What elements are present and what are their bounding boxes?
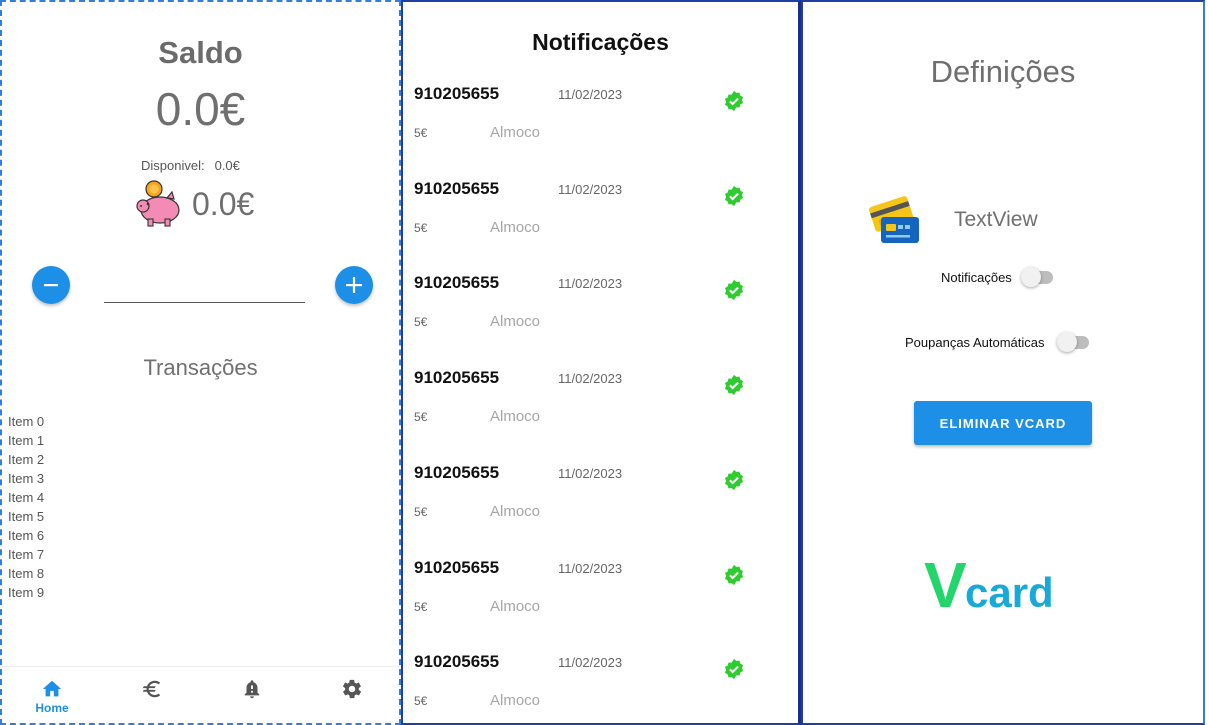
auto-savings-toggle-label: Poupanças Automáticas (905, 335, 1045, 350)
notification-amount: 5€ (414, 221, 428, 235)
notification-item[interactable]: 910205655 11/02/2023 5€ Almoco (403, 84, 798, 178)
available-value: 0.0€ (214, 158, 240, 173)
euro-icon (142, 680, 161, 698)
settings-title: Definições (930, 54, 1076, 89)
notification-item[interactable]: 910205655 11/02/2023 5€ Almoco (403, 273, 798, 367)
deposit-button[interactable] (335, 266, 373, 304)
minus-icon (44, 284, 58, 287)
switch-thumb (1057, 332, 1077, 352)
notification-description: Almoco (490, 408, 541, 425)
bottom-navigation: Home (2, 666, 399, 723)
notification-date: 11/02/2023 (558, 87, 623, 102)
transactions-title: Transações (143, 355, 258, 380)
nav-settings[interactable] (302, 667, 399, 723)
notification-amount: 5€ (414, 694, 428, 708)
piggy-bank-icon (136, 180, 180, 227)
check-badge-icon (724, 90, 744, 112)
list-item[interactable]: Item 1 (8, 431, 44, 450)
nav-transactions[interactable] (102, 667, 202, 723)
notifications-toggle-label: Notificações (941, 270, 1012, 285)
notification-description: Almoco (490, 313, 541, 330)
card-label: TextView (954, 208, 1038, 231)
check-badge-icon (724, 469, 744, 491)
notifications-switch[interactable] (1021, 267, 1055, 287)
notification-item[interactable]: 910205655 11/02/2023 5€ Almoco (403, 368, 798, 462)
settings-screen: Definições TextView Notificações Poupanç… (801, 0, 1205, 725)
notification-description: Almoco (490, 598, 541, 615)
check-badge-icon (724, 279, 744, 301)
logo-v: V (924, 549, 967, 621)
nav-home-label: Home (35, 701, 69, 715)
notification-date: 11/02/2023 (558, 182, 623, 197)
list-item[interactable]: Item 8 (8, 564, 44, 583)
list-item[interactable]: Item 7 (8, 545, 44, 564)
list-item[interactable]: Item 3 (8, 469, 44, 488)
notification-date: 11/02/2023 (558, 466, 623, 481)
delete-vcard-button[interactable]: ELIMINAR VCARD (914, 401, 1092, 445)
notification-phone: 910205655 (414, 179, 500, 198)
notification-phone: 910205655 (414, 84, 500, 103)
notification-item[interactable]: 910205655 11/02/2023 5€ Almoco (403, 558, 798, 652)
balance-title: Saldo (158, 35, 243, 70)
nav-home[interactable]: Home (2, 667, 102, 723)
balance-value: 0.0€ (155, 83, 246, 135)
list-item[interactable]: Item 9 (8, 583, 44, 602)
notification-phone: 910205655 (414, 368, 500, 387)
home-screen: Saldo 0.0€ Disponivel: 0.0€ 0.0€ Transaçõ… (0, 0, 401, 725)
list-item[interactable]: Item 0 (8, 412, 44, 431)
notification-phone: 910205655 (414, 273, 500, 292)
notification-item[interactable]: 910205655 11/02/2023 5€ Almoco (403, 179, 798, 273)
notification-phone: 910205655 (414, 558, 500, 577)
vcard-logo: V card (924, 553, 1064, 617)
notifications-screen: Notificações 910205655 11/02/2023 5€ Alm… (401, 0, 801, 725)
check-badge-icon (724, 374, 744, 396)
list-item[interactable]: Item 6 (8, 526, 44, 545)
notification-date: 11/02/2023 (558, 655, 623, 670)
notification-phone: 910205655 (414, 463, 500, 482)
gear-icon (342, 679, 362, 699)
plus-icon (346, 277, 362, 293)
notification-amount: 5€ (414, 600, 428, 614)
auto-savings-switch[interactable] (1057, 332, 1091, 352)
check-badge-icon (724, 658, 744, 680)
notification-description: Almoco (490, 503, 541, 520)
notification-description: Almoco (490, 124, 541, 141)
check-badge-icon (724, 185, 744, 207)
available-row: Disponivel: 0.0€ (141, 158, 250, 173)
nav-notifications[interactable] (202, 667, 302, 723)
list-item[interactable]: Item 2 (8, 450, 44, 469)
notification-amount: 5€ (414, 315, 428, 329)
bell-alert-icon (244, 680, 260, 699)
notification-date: 11/02/2023 (558, 561, 623, 576)
switch-thumb (1021, 267, 1041, 287)
notification-date: 11/02/2023 (558, 276, 623, 291)
amount-input[interactable] (104, 274, 305, 303)
check-badge-icon (724, 564, 744, 586)
home-icon (42, 680, 62, 697)
list-item[interactable]: Item 4 (8, 488, 44, 507)
list-item[interactable]: Item 5 (8, 507, 44, 526)
notification-date: 11/02/2023 (558, 371, 623, 386)
logo-text: card (965, 569, 1054, 616)
notification-item[interactable]: 910205655 11/02/2023 5€ Almoco (403, 652, 798, 723)
notifications-title: Notificações (532, 29, 669, 55)
transactions-list: Item 0 Item 1 Item 2 Item 3 Item 4 Item … (8, 412, 44, 602)
notification-amount: 5€ (414, 410, 428, 424)
available-label: Disponivel: (141, 158, 205, 173)
notification-amount: 5€ (414, 505, 428, 519)
notification-description: Almoco (490, 692, 541, 709)
credit-cards-icon (869, 196, 919, 243)
savings-value: 0.0€ (192, 186, 255, 222)
withdraw-button[interactable] (32, 266, 70, 304)
notification-item[interactable]: 910205655 11/02/2023 5€ Almoco (403, 463, 798, 557)
notification-amount: 5€ (414, 126, 428, 140)
notification-description: Almoco (490, 219, 541, 236)
notification-phone: 910205655 (414, 652, 500, 671)
